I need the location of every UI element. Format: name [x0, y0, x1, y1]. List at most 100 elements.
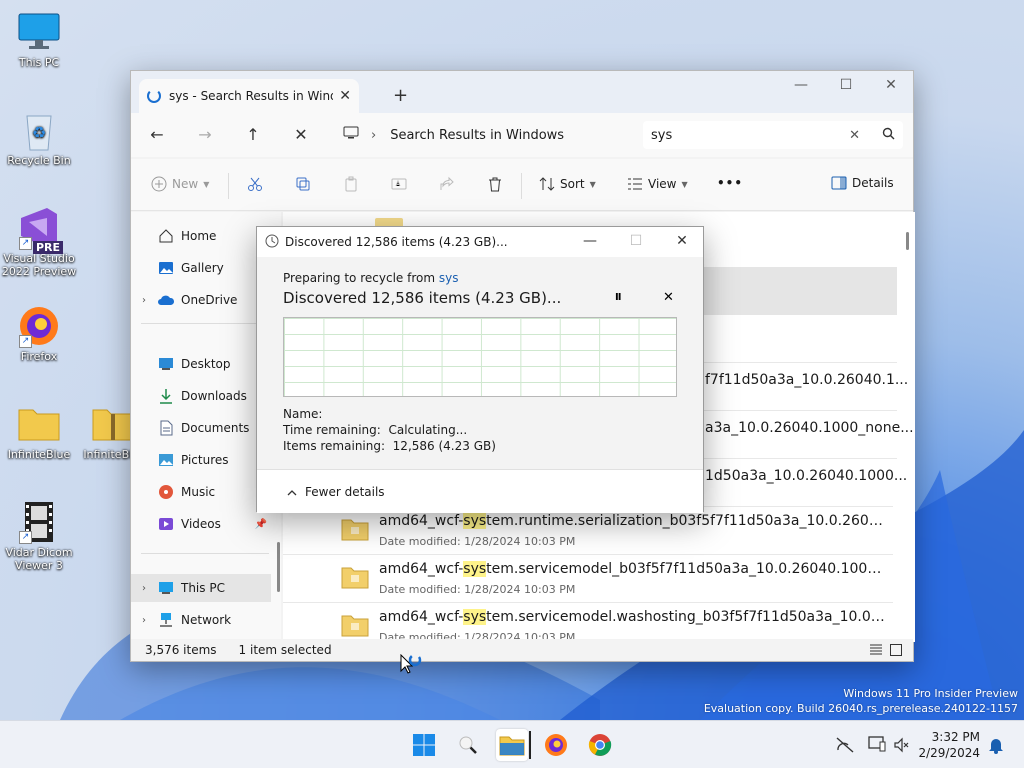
desktop-icon-visual-studio[interactable]: PRE ↗ Visual Studio 2022 Preview	[0, 206, 78, 278]
back-button[interactable]: ←	[145, 125, 169, 144]
rename-button[interactable]	[391, 176, 407, 192]
desktop-icon-label: Visual Studio 2022 Preview	[1, 252, 77, 278]
list-item[interactable]: amd64_wcf-system.servicemodel_b03f5f7f11…	[283, 554, 893, 602]
copy-button[interactable]	[295, 176, 311, 192]
sidebar-item-onedrive[interactable]: › OneDrive	[131, 286, 271, 314]
active-app-indicator	[529, 731, 531, 759]
cancel-button[interactable]: ✕	[663, 290, 674, 305]
notification-bell-icon[interactable]	[988, 736, 1004, 757]
file-explorer-icon	[499, 736, 525, 756]
search-clear-button[interactable]: ✕	[849, 128, 860, 143]
sort-button[interactable]: Sort ▼	[539, 176, 596, 192]
sidebar-item-label: Pictures	[181, 453, 229, 467]
sidebar-item-home[interactable]: Home	[131, 222, 271, 250]
start-button[interactable]	[408, 729, 440, 761]
taskbar-search-button[interactable]	[452, 729, 484, 761]
desktop-icon-this-pc[interactable]: This PC	[0, 10, 78, 69]
desktop-icon-label: This PC	[18, 56, 60, 69]
monitor-icon	[17, 10, 61, 54]
taskbar-chrome[interactable]	[584, 729, 616, 761]
partial-file-name[interactable]: f7f11d50a3a_10.0.26040.1...	[705, 372, 908, 388]
expand-chevron-icon[interactable]: ›	[131, 583, 157, 594]
tab-title: sys - Search Results in Window	[169, 89, 333, 103]
desktop-icon-recycle-bin[interactable]: ♻ Recycle Bin	[0, 108, 78, 167]
stop-button[interactable]: ✕	[289, 125, 313, 144]
tab-search-results[interactable]: sys - Search Results in Window ✕	[139, 79, 359, 113]
list-item[interactable]: amd64_wcf-system.servicemodel.washosting…	[283, 602, 893, 642]
partial-file-name[interactable]: 1d50a3a_10.0.26040.1000...	[705, 468, 907, 484]
visual-studio-icon: PRE ↗	[17, 206, 63, 254]
tab-close-button[interactable]: ✕	[339, 88, 351, 104]
sidebar-item-documents[interactable]: Documents	[131, 414, 271, 442]
minimize-button[interactable]: —	[786, 77, 816, 93]
list-item[interactable]: amd64_wcf-system.runtime.serialization_b…	[283, 506, 893, 554]
sidebar-item-label: Downloads	[181, 389, 247, 403]
fewer-details-toggle[interactable]: Fewer details	[257, 469, 703, 513]
paste-button[interactable]	[343, 176, 359, 192]
more-options-button[interactable]: •••	[717, 176, 743, 190]
video-icon	[157, 516, 175, 532]
sidebar-item-gallery[interactable]: Gallery	[131, 254, 271, 282]
sidebar-item-label: OneDrive	[181, 293, 238, 307]
view-button[interactable]: View ▼	[627, 176, 688, 192]
sidebar-item-label: Network	[181, 613, 232, 627]
address-field[interactable]: › Search Results in Windows	[337, 121, 641, 149]
close-button[interactable]: ✕	[876, 77, 906, 93]
maximize-button[interactable]: ☐	[831, 77, 861, 93]
details-pane-button[interactable]: Details	[831, 176, 894, 190]
cut-button[interactable]	[247, 176, 263, 192]
new-button[interactable]: New ▼	[151, 176, 209, 192]
paste-icon	[343, 176, 359, 192]
share-button[interactable]	[439, 176, 455, 192]
sidebar-item-network[interactable]: › Network	[131, 606, 271, 634]
dialog-maximize-button[interactable]: ☐	[623, 233, 649, 249]
up-button[interactable]: ↑	[241, 125, 265, 144]
address-bar: ← → ↑ ✕ › Search Results in Windows sys …	[131, 113, 913, 157]
expand-chevron-icon[interactable]: ›	[131, 615, 157, 626]
display-icon[interactable]	[868, 736, 886, 755]
svg-text:♻: ♻	[32, 123, 46, 142]
network-disconnected-icon[interactable]	[836, 737, 854, 756]
plus-circle-icon	[151, 176, 167, 192]
search-input[interactable]: sys	[651, 128, 849, 143]
list-view-icon	[627, 176, 643, 192]
dialog-close-button[interactable]: ✕	[669, 233, 695, 249]
sidebar-item-desktop[interactable]: Desktop	[131, 350, 271, 378]
taskbar-file-explorer[interactable]	[496, 729, 531, 761]
source-folder-link[interactable]: sys	[439, 271, 459, 285]
sidebar-item-pictures[interactable]: Pictures	[131, 446, 271, 474]
date-modified: Date modified: 1/28/2024 10:03 PM	[379, 583, 576, 596]
details-pane-icon	[831, 176, 847, 190]
sidebar-item-this-pc[interactable]: › This PC	[131, 574, 271, 602]
pause-button[interactable]: II	[615, 292, 622, 303]
system-clock[interactable]: 3:32 PM 2/29/2024	[918, 729, 980, 761]
desktop-icon-firefox[interactable]: ↗ Firefox	[0, 304, 78, 363]
delete-button[interactable]	[487, 176, 503, 192]
monitor-icon	[157, 580, 175, 596]
details-label: Details	[852, 176, 894, 190]
taskbar-firefox[interactable]	[540, 729, 572, 761]
busy-cursor-icon	[400, 653, 424, 683]
search-box[interactable]: sys ✕	[643, 121, 903, 149]
volume-muted-icon[interactable]	[894, 737, 910, 756]
new-tab-button[interactable]: +	[393, 85, 408, 106]
sidebar-item-music[interactable]: Music	[131, 478, 271, 506]
sidebar-item-videos[interactable]: Videos 📌	[131, 510, 271, 538]
recycle-bin-icon: ♻	[17, 108, 61, 152]
folder-icon	[341, 519, 369, 541]
sidebar-item-downloads[interactable]: Downloads	[131, 382, 271, 410]
tiles-view-icon[interactable]	[889, 643, 903, 660]
file-list-scrollbar[interactable]	[906, 232, 909, 250]
folder-icon	[17, 402, 61, 446]
desktop-icon-vidar-dicom[interactable]: ↗ Vidar Dicom Viewer 3	[0, 500, 78, 572]
sidebar-scrollbar[interactable]	[277, 542, 280, 592]
time-remaining: Time remaining: Calculating...	[283, 423, 468, 437]
view-label: View	[648, 177, 677, 191]
folder-icon	[341, 615, 369, 637]
partial-file-name[interactable]: a3a_10.0.26040.1000_none...	[705, 420, 914, 436]
forward-button[interactable]: →	[193, 125, 217, 144]
details-view-icon[interactable]	[869, 643, 883, 660]
desktop-icon-infiniteblue[interactable]: InfiniteBlue	[0, 402, 78, 461]
dialog-minimize-button[interactable]: —	[577, 233, 603, 249]
expand-chevron-icon[interactable]: ›	[131, 295, 157, 306]
